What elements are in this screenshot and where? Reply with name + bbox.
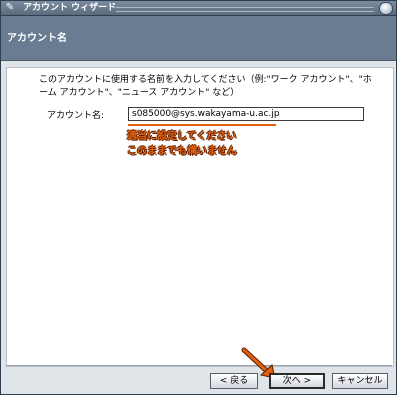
- window-title: アカウント ウィザード: [23, 3, 117, 13]
- account-name-input[interactable]: [128, 107, 364, 121]
- cancel-button[interactable]: キャンセル: [332, 373, 388, 389]
- app-icon: ✎: [5, 2, 15, 13]
- annotation-note: 適当に設定してください このままでも構いません: [127, 129, 237, 159]
- account-name-label: アカウント名:: [47, 111, 105, 121]
- annotation-underline: [128, 124, 276, 126]
- annotation-line-2: このままでも構いません: [127, 146, 237, 157]
- wizard-header: アカウント名: [1, 16, 396, 61]
- back-button[interactable]: < 戻る: [210, 373, 258, 389]
- next-button[interactable]: 次へ >: [269, 373, 325, 389]
- wizard-content: このアカウントに使用する名前を入力してください（例:"ワーク アカウント"、"ホ…: [6, 67, 394, 367]
- footer-divider: [6, 365, 392, 366]
- button-bar: < 戻る 次へ > キャンセル: [1, 373, 396, 389]
- close-icon[interactable]: [379, 2, 393, 15]
- account-wizard-window: ✎ アカウント ウィザード アカウント名 このアカウントに使用する名前を入力して…: [0, 0, 397, 395]
- title-bar-decoration: [116, 7, 374, 12]
- title-bar[interactable]: ✎ アカウント ウィザード: [1, 1, 396, 16]
- annotation-line-1: 適当に設定してください: [127, 131, 237, 142]
- page-title: アカウント名: [7, 33, 67, 44]
- instruction-text: このアカウントに使用する名前を入力してください（例:"ワーク アカウント"、"ホ…: [39, 75, 372, 98]
